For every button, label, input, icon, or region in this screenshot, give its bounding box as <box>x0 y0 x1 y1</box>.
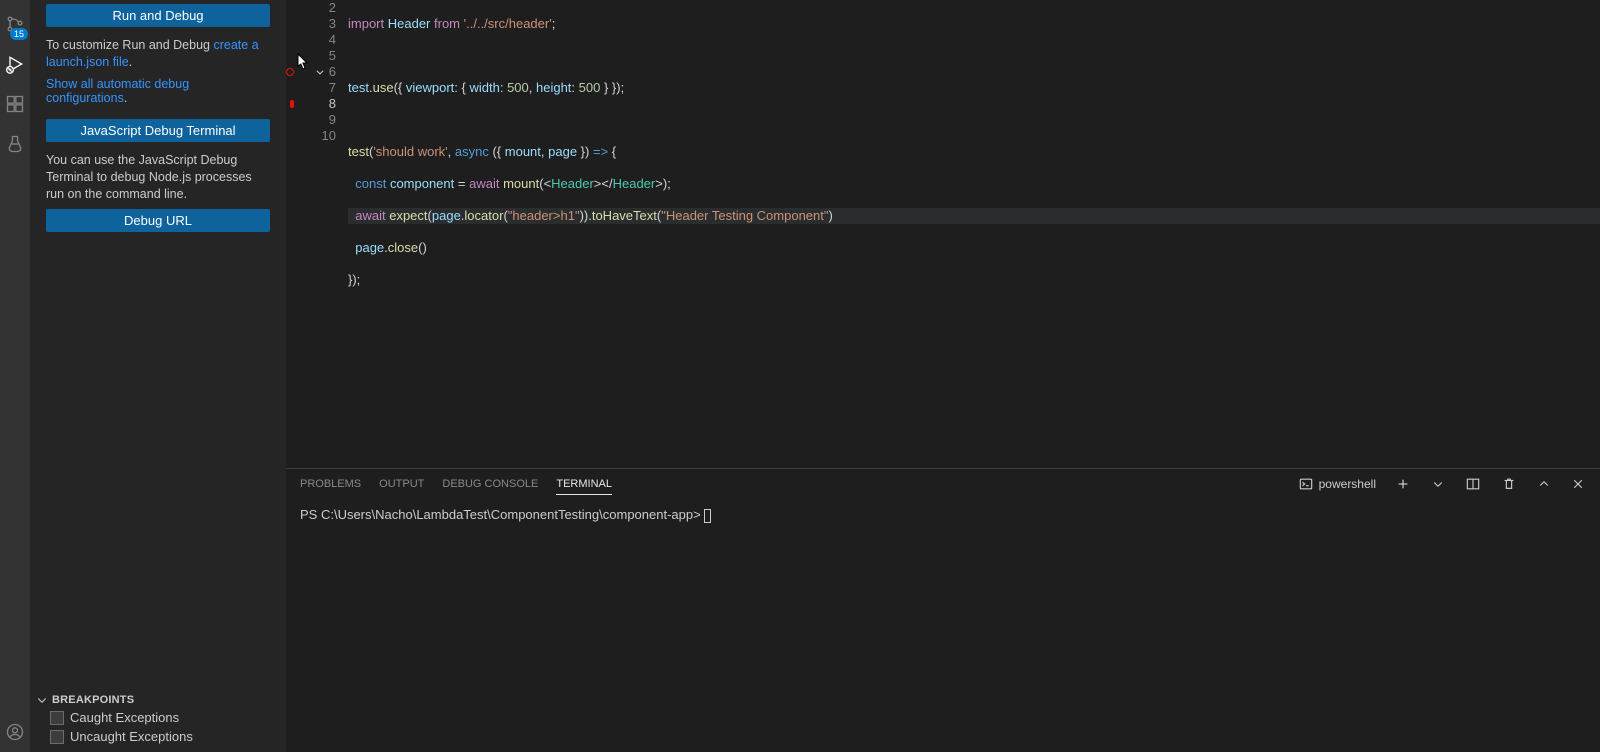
js-debug-terminal-desc: You can use the JavaScript Debug Termina… <box>46 152 270 203</box>
activity-item-run-debug[interactable] <box>0 44 30 84</box>
tab-debug-console[interactable]: DEBUG CONSOLE <box>442 474 538 494</box>
breakpoint[interactable] <box>290 100 294 108</box>
code-content[interactable]: import Header from '../../src/header'; t… <box>344 0 1600 468</box>
terminal-cursor <box>704 509 711 523</box>
editor-area: 2 3 4 5 6 7 8 9 10 import Header from '.… <box>286 0 1600 752</box>
terminal-kind[interactable]: powershell <box>1299 477 1376 491</box>
tab-output[interactable]: OUTPUT <box>379 474 424 494</box>
close-panel-button[interactable] <box>1570 478 1586 490</box>
activity-item-source-control[interactable]: 15 <box>0 4 30 44</box>
extensions-icon <box>5 94 25 114</box>
terminal-prompt: PS C:\Users\Nacho\LambdaTest\ComponentTe… <box>300 507 704 522</box>
close-icon <box>1572 478 1584 490</box>
caught-exceptions-checkbox[interactable] <box>50 711 64 725</box>
caught-exceptions-label: Caught Exceptions <box>70 710 179 725</box>
accounts-icon <box>5 722 25 742</box>
run-and-debug-button[interactable]: Run and Debug <box>46 4 270 27</box>
uncaught-exceptions-label: Uncaught Exceptions <box>70 729 193 744</box>
root: 15 Run and Debug To customize Run and De… <box>0 0 1600 752</box>
debug-url-button[interactable]: Debug URL <box>46 209 270 232</box>
terminal-kind-label: powershell <box>1319 477 1376 491</box>
activity-bar: 15 <box>0 0 30 752</box>
breakpoint-column[interactable] <box>286 0 302 468</box>
panel-tabs: PROBLEMS OUTPUT DEBUG CONSOLE TERMINAL p… <box>286 469 1600 499</box>
line-number-gutter: 2 3 4 5 6 7 8 9 10 <box>302 0 344 468</box>
source-control-badge: 15 <box>10 28 28 40</box>
uncaught-exceptions-item[interactable]: Uncaught Exceptions <box>30 727 286 746</box>
chevron-down-icon <box>1432 478 1444 490</box>
terminal-dropdown-button[interactable] <box>1430 478 1446 490</box>
tab-terminal[interactable]: TERMINAL <box>556 474 612 495</box>
run-debug-sidebar: Run and Debug To customize Run and Debug… <box>30 0 286 752</box>
code-editor[interactable]: 2 3 4 5 6 7 8 9 10 import Header from '.… <box>286 0 1600 468</box>
terminal-body[interactable]: PS C:\Users\Nacho\LambdaTest\ComponentTe… <box>286 499 1600 752</box>
run-and-debug-label: Run and Debug <box>112 8 203 23</box>
breakpoint-unverified[interactable] <box>286 68 294 76</box>
customize-prefix: To customize Run and Debug <box>46 38 213 52</box>
kill-terminal-button[interactable] <box>1500 477 1518 491</box>
customize-text: To customize Run and Debug create a laun… <box>46 37 270 71</box>
maximize-panel-button[interactable] <box>1536 478 1552 490</box>
show-all-configs-link[interactable]: Show all automatic debug configurations. <box>46 77 270 105</box>
breakpoints-title: BREAKPOINTS <box>52 694 134 706</box>
show-all-suffix: . <box>124 91 127 105</box>
activity-item-testing[interactable] <box>0 124 30 164</box>
caught-exceptions-item[interactable]: Caught Exceptions <box>30 708 286 727</box>
debug-url-label: Debug URL <box>124 213 192 228</box>
activity-item-accounts[interactable] <box>0 712 30 752</box>
chevron-up-icon <box>1538 478 1550 490</box>
trash-icon <box>1502 477 1516 491</box>
split-terminal-button[interactable] <box>1464 477 1482 491</box>
show-all-text: Show all automatic debug configurations <box>46 77 189 105</box>
run-debug-icon <box>5 54 25 74</box>
tab-problems[interactable]: PROBLEMS <box>300 474 361 494</box>
split-icon <box>1466 477 1480 491</box>
new-terminal-button[interactable] <box>1394 477 1412 491</box>
js-debug-terminal-label: JavaScript Debug Terminal <box>80 123 235 138</box>
customize-suffix: . <box>129 55 132 69</box>
chevron-down-icon <box>36 694 48 706</box>
uncaught-exceptions-checkbox[interactable] <box>50 730 64 744</box>
js-debug-terminal-button[interactable]: JavaScript Debug Terminal <box>46 119 270 142</box>
activity-item-extensions[interactable] <box>0 84 30 124</box>
chevron-down-icon[interactable] <box>315 67 325 77</box>
plus-icon <box>1396 477 1410 491</box>
terminal-icon <box>1299 477 1313 491</box>
breakpoints-section-header[interactable]: BREAKPOINTS <box>30 692 286 708</box>
testing-icon <box>5 134 25 154</box>
bottom-panel: PROBLEMS OUTPUT DEBUG CONSOLE TERMINAL p… <box>286 468 1600 752</box>
